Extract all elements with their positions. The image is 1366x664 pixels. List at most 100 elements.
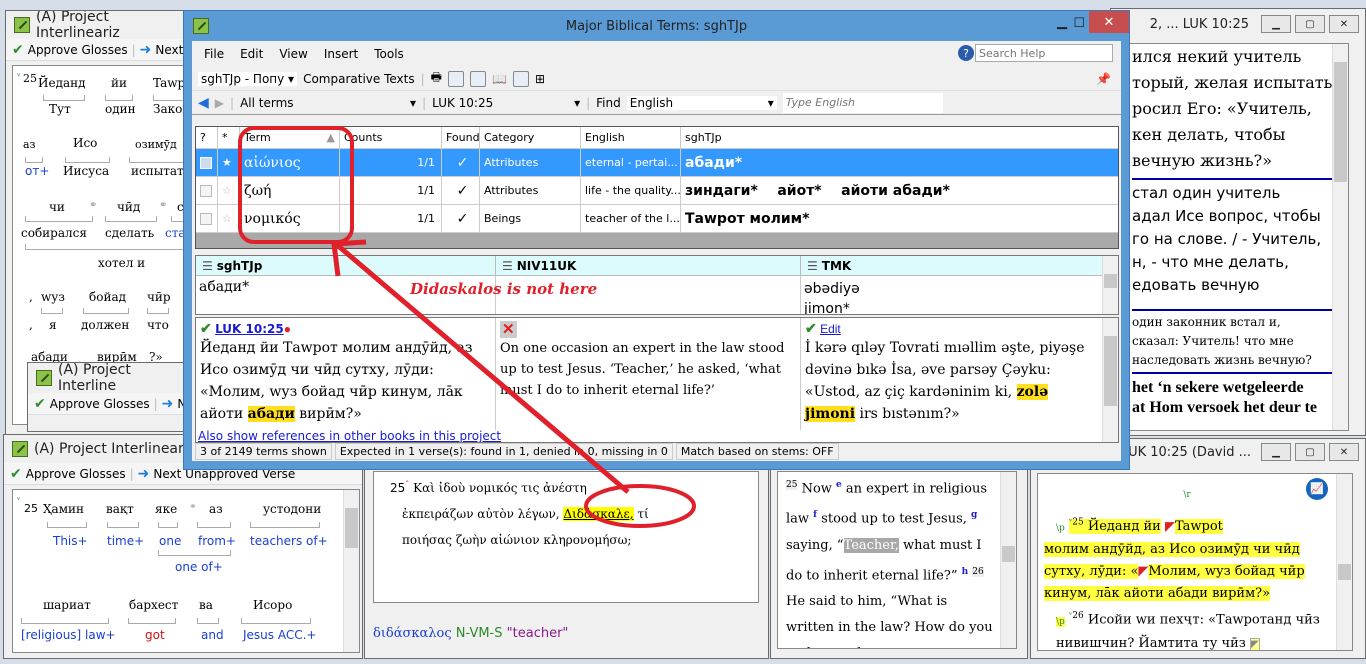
word[interactable]: аз bbox=[209, 502, 223, 516]
minimize-button[interactable]: ▁ bbox=[1261, 443, 1291, 461]
gloss[interactable]: собирался bbox=[21, 226, 87, 240]
print-icon[interactable]: 🖶 bbox=[431, 68, 442, 89]
greek-line[interactable]: Καὶ ἰδοὺ νομικός τις ἀνέστη bbox=[413, 481, 587, 495]
edit-icon[interactable] bbox=[447, 70, 464, 87]
restore-button[interactable]: ▢ bbox=[1295, 15, 1325, 33]
greek-line[interactable]: ἐκπειράζων αὐτὸν λέγων, bbox=[402, 507, 560, 521]
word[interactable]: Исоро bbox=[253, 598, 292, 612]
col-help[interactable]: ? bbox=[196, 127, 218, 148]
col-category[interactable]: Category bbox=[480, 127, 581, 148]
gloss[interactable]: один bbox=[105, 102, 136, 116]
renderings-cell[interactable]: Тawрот молим* bbox=[681, 205, 1118, 232]
renderings-cell[interactable]: абади* bbox=[681, 149, 1118, 176]
forward-arrow-icon[interactable]: ▶ bbox=[215, 96, 224, 110]
approve-glosses-button[interactable]: Approve Glosses bbox=[26, 467, 126, 481]
gloss[interactable]: got bbox=[145, 628, 165, 642]
term-cell[interactable]: ζωή bbox=[240, 177, 340, 204]
col-counts[interactable]: Counts bbox=[340, 127, 442, 148]
close-button[interactable]: ✕ bbox=[1089, 11, 1129, 33]
word[interactable]: бойад bbox=[89, 290, 126, 304]
check-document-icon[interactable] bbox=[469, 70, 486, 87]
word[interactable]: wуз bbox=[41, 290, 65, 304]
word[interactable]: чӣр bbox=[147, 290, 171, 304]
word[interactable]: вақт bbox=[106, 502, 134, 516]
gloss[interactable]: должен bbox=[81, 318, 129, 332]
col-found[interactable]: Found bbox=[442, 127, 480, 148]
term-row[interactable]: ★ αἰώνιος 1/1 ✓ Attributes eternal - pertai..… bbox=[196, 149, 1118, 177]
approve-glosses-button[interactable]: Approve Glosses bbox=[50, 397, 150, 411]
term-cell[interactable]: αἰώνιος bbox=[240, 149, 340, 176]
word[interactable]: , bbox=[29, 290, 33, 304]
menu-file[interactable]: File bbox=[204, 47, 224, 61]
menu-tools[interactable]: Tools bbox=[374, 47, 404, 61]
renderings-cell[interactable]: зиндаги* айот* айоти абади* bbox=[681, 177, 1118, 204]
term-row[interactable]: ☆ νομικός 1/1 ✓ Beings teacher of the l... Тaw… bbox=[196, 205, 1118, 233]
reference-select[interactable]: LUK 10:25 ▾ bbox=[432, 96, 580, 110]
text-icon[interactable] bbox=[512, 70, 529, 87]
term-link-icon[interactable] bbox=[196, 149, 218, 176]
word[interactable]: бархест bbox=[129, 598, 178, 612]
gloss[interactable]: Тут bbox=[49, 102, 71, 116]
maximize-button[interactable]: ☐ bbox=[1073, 16, 1085, 31]
gloss-combined[interactable]: one of+ bbox=[175, 560, 223, 574]
gloss[interactable]: This+ bbox=[53, 534, 88, 548]
gloss[interactable]: , bbox=[29, 318, 33, 332]
gloss[interactable]: испытать bbox=[131, 164, 189, 178]
col-star[interactable]: * bbox=[218, 127, 240, 148]
scrollbar[interactable] bbox=[1332, 44, 1348, 430]
scrollbar[interactable] bbox=[1102, 256, 1118, 314]
scrollbar[interactable] bbox=[1000, 472, 1016, 648]
menu-insert[interactable]: Insert bbox=[324, 47, 358, 61]
layout-icon[interactable]: ⊞ bbox=[535, 72, 545, 86]
pin-icon[interactable]: 📌 bbox=[1096, 72, 1111, 86]
flag-icon[interactable]: ◤ bbox=[1165, 519, 1175, 534]
terms-filter-select[interactable]: All terms ▾ bbox=[240, 96, 416, 110]
word[interactable]: шариат bbox=[43, 598, 91, 612]
minimize-button[interactable]: ▁ bbox=[1261, 15, 1291, 33]
greek-line[interactable]: ποιήσας ζωὴν αἰώνιον κληρονομήσω; bbox=[402, 533, 631, 547]
menu-edit[interactable]: Edit bbox=[240, 47, 263, 61]
back-arrow-icon[interactable]: ◀ bbox=[198, 95, 209, 111]
edit-link[interactable]: Edit bbox=[820, 322, 841, 336]
gloss[interactable]: one bbox=[159, 534, 181, 548]
gloss[interactable]: от+ bbox=[25, 164, 49, 178]
word[interactable]: яке bbox=[155, 502, 177, 516]
gloss[interactable]: сделать bbox=[105, 226, 154, 240]
word[interactable]: чи bbox=[49, 200, 65, 214]
verse-text[interactable]: Исойи wи пехҷт: «Тawротанд чӣз нивишчин?… bbox=[1056, 613, 1320, 650]
close-button[interactable]: ✕ bbox=[1329, 443, 1359, 461]
scrollbar[interactable] bbox=[343, 490, 359, 652]
term-cell[interactable]: νομικός bbox=[240, 205, 340, 232]
col-term[interactable]: Term ▲ bbox=[240, 127, 340, 148]
word[interactable]: Йеданд bbox=[38, 76, 86, 90]
word[interactable]: озимӯд bbox=[135, 138, 177, 151]
gloss[interactable]: from+ bbox=[198, 534, 236, 548]
verse-reference-link[interactable]: LUK 10:25 bbox=[215, 322, 284, 336]
verse-text[interactable]: Йеданд йи bbox=[1088, 519, 1161, 534]
scrollbar[interactable] bbox=[1336, 474, 1352, 650]
term-row[interactable]: ☆ ζωή 1/1 ✓ Attributes life - the quality... з… bbox=[196, 177, 1118, 205]
star-icon[interactable]: ☆ bbox=[218, 177, 240, 204]
gloss[interactable]: teachers of+ bbox=[250, 534, 328, 548]
star-icon[interactable]: ☆ bbox=[218, 205, 240, 232]
restore-button[interactable]: ▢ bbox=[1295, 443, 1325, 461]
col-english[interactable]: English bbox=[581, 127, 681, 148]
project-select[interactable]: sghTJp - Попу ▾ bbox=[198, 71, 298, 86]
comparative-texts-button[interactable]: Comparative Texts bbox=[303, 72, 415, 86]
term-link-icon[interactable] bbox=[196, 205, 218, 232]
greek-word[interactable]: τί bbox=[637, 507, 648, 521]
approve-glosses-button[interactable]: Approve Glosses bbox=[28, 43, 128, 57]
close-button[interactable]: ✕ bbox=[1329, 15, 1359, 33]
gloss[interactable]: Иисуса bbox=[63, 164, 109, 178]
flag-icon[interactable]: ◤ bbox=[1138, 564, 1148, 579]
book-icon[interactable]: 📖 bbox=[492, 72, 507, 86]
gloss[interactable]: хотел и bbox=[98, 256, 145, 270]
verse-text[interactable]: Tawpot bbox=[1174, 519, 1223, 535]
gloss[interactable]: что bbox=[147, 318, 169, 332]
search-help-input[interactable] bbox=[975, 44, 1113, 62]
gloss[interactable]: Jesus ACC.+ bbox=[243, 628, 316, 642]
col-renderings[interactable]: sghTJp bbox=[681, 127, 1118, 148]
word[interactable]: Исо bbox=[73, 136, 97, 150]
lemma[interactable]: διδάσκαλος bbox=[373, 626, 452, 641]
help-icon[interactable]: ? bbox=[958, 45, 974, 61]
